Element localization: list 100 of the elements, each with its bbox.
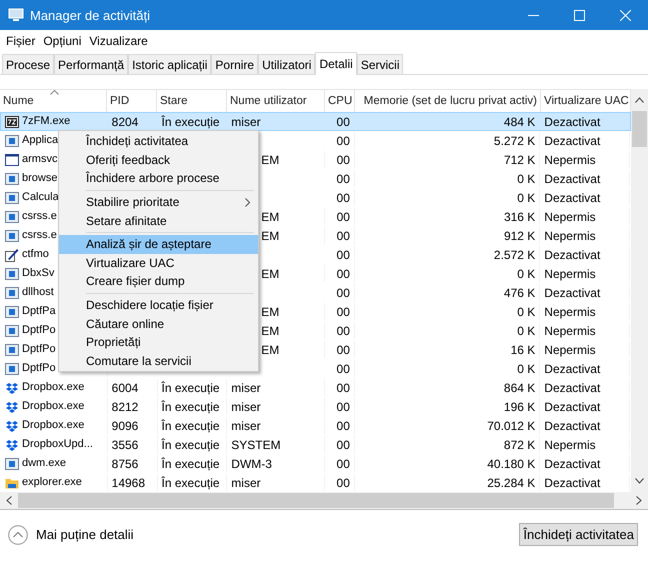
table-cell: 00 — [324, 455, 355, 472]
tab[interactable]: Pornire — [211, 54, 258, 74]
scroll-down-icon[interactable] — [635, 478, 644, 484]
table-cell: Nepermis — [540, 227, 630, 244]
collapse-icon[interactable] — [8, 524, 28, 544]
table-cell: Nepermis — [540, 208, 630, 225]
table-cell: 00 — [324, 360, 355, 377]
app-window-icon — [5, 191, 19, 205]
app-window-icon — [5, 343, 19, 357]
column-header[interactable]: Nume utilizator — [230, 95, 307, 107]
table-cell: 6004 — [108, 379, 158, 396]
vertical-scrollbar[interactable] — [631, 89, 648, 492]
table-row[interactable]: Dropbox.exe 9096 În execuție miser 00 70.012 K Dezactivat — [0, 416, 631, 435]
table-cell: 196 K — [354, 398, 540, 415]
dropbox-icon — [5, 400, 19, 414]
table-cell: În execuție — [158, 379, 228, 396]
table-cell: 872 K — [354, 436, 540, 453]
table-cell: 00 — [324, 398, 355, 415]
table-cell: Nepermis — [540, 436, 630, 453]
scroll-left-icon[interactable] — [6, 496, 12, 505]
table-cell: 40.180 K — [354, 455, 540, 472]
table-cell: 14968 — [108, 474, 158, 491]
table-cell: 712 K — [354, 151, 540, 168]
process-name: DptfPo — [22, 362, 56, 374]
menu-item[interactable]: Opțiuni — [39, 32, 86, 50]
tab[interactable]: Utilizatori — [258, 54, 316, 74]
scroll-thumb[interactable] — [18, 493, 614, 508]
process-name: DropboxUpd... — [22, 438, 93, 450]
table-cell: În execuție — [158, 455, 228, 472]
table-cell: Dezactivat — [540, 170, 630, 187]
column-header[interactable]: CPU — [328, 95, 352, 107]
table-cell: 8212 — [108, 398, 158, 415]
table-cell: În execuție — [158, 417, 228, 434]
context-menu-item[interactable]: Închidere arbore procese — [59, 169, 258, 188]
tab[interactable]: Procese — [2, 54, 54, 74]
table-row[interactable]: dwm.exe 8756 În execuție DWM-3 00 40.180 K Dezactivat — [0, 454, 631, 473]
table-cell: 0 K — [354, 170, 540, 187]
table-cell: 3556 — [108, 436, 158, 453]
table-cell: 00 — [324, 246, 355, 263]
table-cell: 25.284 K — [354, 474, 540, 491]
table-cell: 00 — [325, 322, 355, 339]
table-cell: 0 K — [354, 265, 540, 282]
menu-item[interactable]: Vizualizare — [85, 32, 152, 50]
process-name: 7zFM.exe — [22, 115, 70, 127]
fewer-details-link[interactable]: Mai puține detalii — [36, 527, 520, 542]
table-cell: În execuție — [158, 436, 228, 453]
column-header[interactable]: Stare — [160, 95, 188, 107]
horizontal-scrollbar[interactable] — [0, 492, 648, 509]
table-row[interactable]: Dropbox.exe 8212 În execuție miser 00 196 K Dezactivat — [0, 397, 631, 416]
tab[interactable]: Detalii — [315, 52, 357, 75]
table-cell: Dezactivat — [540, 379, 630, 396]
table-cell: 70.012 K — [354, 417, 540, 434]
table-cell-text: 00 — [336, 114, 351, 130]
table-cell: 9096 — [108, 417, 158, 434]
table-cell: 00 — [324, 417, 355, 434]
end-task-button[interactable]: Închideți activitatea — [519, 523, 638, 546]
tab[interactable]: Servicii — [356, 54, 404, 74]
menu-item[interactable]: Fișier — [2, 32, 40, 50]
archive-icon — [5, 115, 19, 129]
table-row[interactable]: 7zFM.exe 8204 În execuție miser 00 484 K Dezactivat — [0, 112, 631, 131]
table-cell: 2.572 K — [354, 246, 540, 263]
table-cell: 8756 — [108, 455, 158, 472]
table-cell-text: Dezactivat — [543, 114, 602, 130]
scroll-up-icon[interactable] — [635, 97, 644, 103]
maximize-icon[interactable] — [574, 10, 584, 20]
table-cell: În execuție — [158, 474, 228, 491]
table-cell: Dezactivat — [540, 474, 630, 491]
scroll-thumb[interactable] — [632, 111, 647, 147]
pen-icon — [5, 248, 19, 262]
table-row[interactable]: explorer.exe 14968 În execuție miser 00 25.284 K Dezactivat — [0, 473, 631, 492]
process-name: armsvc — [22, 153, 58, 165]
process-name: ctfmo — [22, 248, 49, 260]
column-header[interactable]: PID — [110, 95, 130, 107]
tab[interactable]: Istoric aplicații — [128, 54, 212, 74]
table-cell: 00 — [325, 151, 355, 168]
table-cell: Dezactivat — [540, 398, 630, 415]
table-cell: 00 — [325, 265, 355, 282]
monitor-icon — [8, 8, 24, 22]
process-name: DbxSv — [22, 267, 54, 279]
close-icon[interactable] — [620, 10, 630, 20]
table-row[interactable]: DropboxUpd... 3556 În execuție SYSTEM 00 872 K Nepermis — [0, 435, 631, 454]
column-header[interactable]: Virtualizare UAC — [544, 95, 629, 107]
table-cell: 0 K — [354, 322, 540, 339]
table-cell: Dezactivat — [540, 132, 630, 149]
process-name: Applica — [22, 134, 58, 146]
table-cell: 00 — [324, 436, 355, 453]
table-cell-text: 8204 — [110, 114, 140, 130]
table-cell: 00 — [325, 208, 355, 225]
column-header[interactable]: Nume — [3, 95, 34, 107]
tab[interactable]: Performanță — [54, 54, 128, 74]
table-cell: 0 K — [354, 360, 540, 377]
process-name: DptfPa — [22, 305, 56, 317]
table-row[interactable]: Dropbox.exe 6004 În execuție miser 00 864 K Dezactivat — [0, 378, 631, 397]
column-header[interactable]: Memorie (set de lucru privat activ) — [364, 95, 537, 107]
dropbox-icon — [5, 438, 19, 452]
app-window-icon — [5, 362, 19, 376]
app-window-icon — [5, 210, 19, 224]
scroll-right-icon[interactable] — [636, 496, 642, 505]
context-menu-item[interactable]: Închideți activitatea — [59, 132, 258, 151]
context-menu-item[interactable]: Analiză șir de așteptare — [59, 234, 258, 254]
